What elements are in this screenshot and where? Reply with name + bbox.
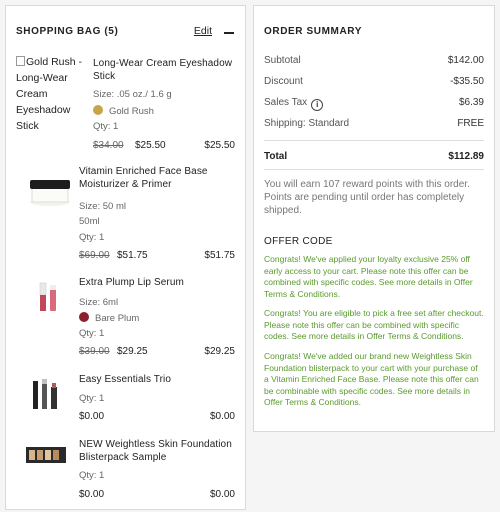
product-size: Size: 6ml xyxy=(79,297,119,308)
item-total: $51.75 xyxy=(204,250,235,261)
order-summary-panel: ORDER SUMMARY Subtotal $142.00 Discount … xyxy=(253,5,495,432)
product-image xyxy=(16,174,86,208)
product-image xyxy=(16,281,86,315)
subtotal-value: $142.00 xyxy=(447,55,484,66)
product-name[interactable]: NEW Weightless Skin Foundation Blisterpa… xyxy=(79,438,235,464)
sales-tax-row: Sales Tax i $6.39 xyxy=(264,97,484,111)
foundation-blisterpack-icon xyxy=(26,447,66,463)
original-price: $39.00 xyxy=(79,346,110,357)
product-image xyxy=(16,445,86,469)
discount-label: Discount xyxy=(264,76,303,87)
product-name[interactable]: Easy Essentials Trio xyxy=(79,373,235,386)
reward-points-note: You will earn 107 reward points with thi… xyxy=(264,179,470,216)
discount-row: Discount -$35.50 xyxy=(264,76,484,90)
shade-swatch xyxy=(79,312,89,322)
product-shade: Gold Rush xyxy=(93,105,154,117)
product-image xyxy=(16,377,86,411)
sale-price: $29.25 xyxy=(117,346,148,357)
item-total: $0.00 xyxy=(209,489,235,500)
shade-swatch xyxy=(93,105,103,115)
product-size: Size: .05 oz./ 1.6 g xyxy=(93,89,172,100)
sale-price: $0.00 xyxy=(79,489,105,500)
product-name[interactable]: Extra Plump Lip Serum xyxy=(79,276,235,289)
item-total: $29.25 xyxy=(204,346,235,357)
face-base-jar-icon xyxy=(30,180,70,206)
product-qty: Qty: 1 xyxy=(79,393,105,404)
info-icon[interactable]: i xyxy=(311,99,324,111)
product-image: Gold Rush - Long-Wear Cream Eyeshadow St… xyxy=(16,54,86,134)
shipping-value: FREE xyxy=(457,118,484,129)
shopping-bag-panel: SHOPPING BAG (5) Edit Gold Rush - Long-W… xyxy=(5,5,246,510)
offer-message: Congrats! We've applied your loyalty exc… xyxy=(264,254,473,299)
sale-price: $0.00 xyxy=(79,411,105,422)
product-qty: Qty: 1 xyxy=(79,232,105,243)
product-size: Size: 50 ml xyxy=(79,201,126,212)
lip-serum-icon xyxy=(39,282,56,311)
product-shade: Bare Plum xyxy=(79,312,139,324)
bag-header: SHOPPING BAG (5) Edit xyxy=(16,25,235,40)
collapse-icon[interactable] xyxy=(224,32,234,34)
shade-name: Gold Rush xyxy=(109,106,154,117)
product-qty: Qty: 1 xyxy=(93,121,119,132)
sale-price: $51.75 xyxy=(117,250,148,261)
sale-price: $25.50 xyxy=(135,140,166,151)
order-summary-title: ORDER SUMMARY xyxy=(264,26,362,37)
edit-bag-link[interactable]: Edit xyxy=(194,25,212,37)
product-qty: Qty: 1 xyxy=(79,328,105,339)
broken-image-icon xyxy=(16,56,25,66)
product-name[interactable]: Vitamin Enriched Face Base Moisturizer &… xyxy=(79,165,235,191)
product-qty: Qty: 1 xyxy=(79,470,105,481)
sales-tax-label: Sales Tax xyxy=(264,97,308,108)
shade-name: Bare Plum xyxy=(95,313,140,324)
item-total: $25.50 xyxy=(204,140,235,151)
product-name[interactable]: Long-Wear Cream Eyeshadow Stick xyxy=(93,57,235,83)
essentials-trio-icon xyxy=(33,379,57,409)
product-variant: 50ml xyxy=(79,216,100,227)
shipping-label: Shipping: Standard xyxy=(264,118,350,129)
total-value: $112.89 xyxy=(448,151,484,162)
image-alt-text: Gold Rush - Long-Wear Cream Eyeshadow St… xyxy=(16,56,83,132)
shipping-row: Shipping: Standard FREE xyxy=(264,118,484,132)
offer-message: Congrats! You are eligible to pick a fre… xyxy=(264,308,484,341)
bag-title: SHOPPING BAG (5) xyxy=(16,26,119,37)
sales-tax-value: $6.39 xyxy=(458,97,484,108)
subtotal-label: Subtotal xyxy=(264,55,301,66)
divider xyxy=(264,140,484,141)
offer-message: Congrats! We've added our brand new Weig… xyxy=(264,351,479,407)
original-price: $34.00 xyxy=(93,140,124,151)
subtotal-row: Subtotal $142.00 xyxy=(264,55,484,69)
item-total: $0.00 xyxy=(209,411,235,422)
original-price: $69.00 xyxy=(79,250,110,261)
total-label: Total xyxy=(264,151,288,162)
divider xyxy=(264,169,484,170)
offer-code-title: OFFER CODE xyxy=(264,236,333,247)
discount-value: -$35.50 xyxy=(450,76,484,87)
total-row: Total $112.89 xyxy=(264,151,484,162)
